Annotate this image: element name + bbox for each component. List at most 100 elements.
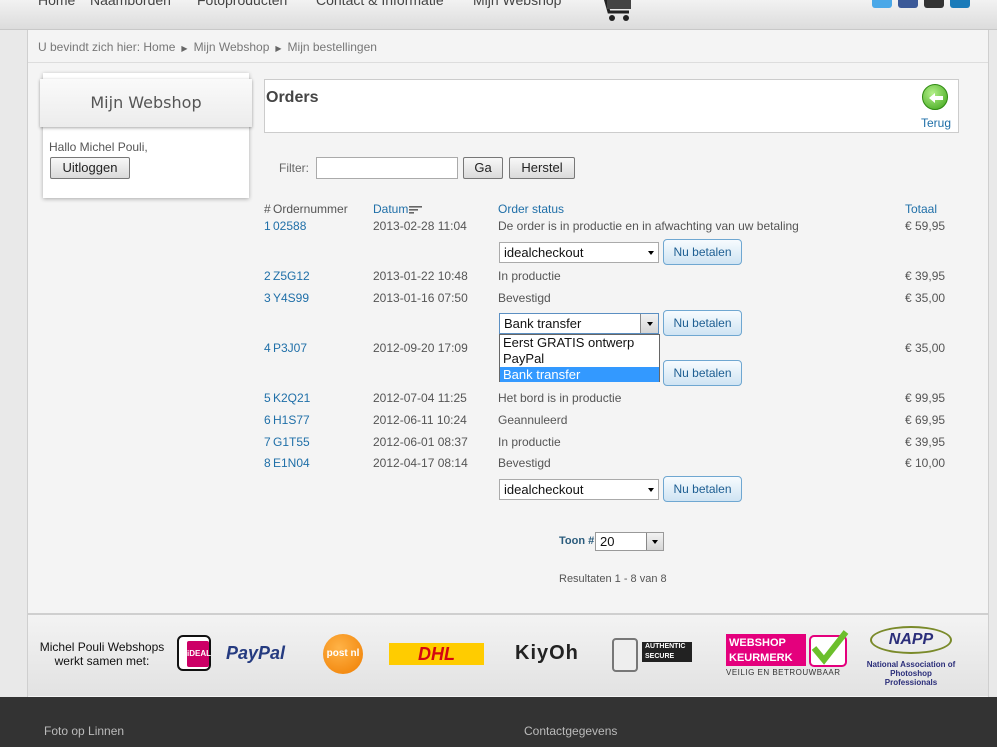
order-total: € 99,95 [905,391,946,405]
row-index: 6 [264,413,271,427]
order-total: € 39,95 [905,269,946,283]
page-size-label: Toon # [559,535,595,547]
dropdown-option-selected[interactable]: Bank transfer [500,367,659,382]
page-title: Orders [266,89,319,106]
greeting: Hallo Michel Pouli, [49,140,148,154]
payment-method-value: idealcheckout [504,245,584,260]
order-total: € 59,95 [905,219,946,233]
napp-logo[interactable]: NAPP [870,626,952,654]
nav-naamborden[interactable]: Naamborden [90,0,171,8]
order-number-link[interactable]: G1T55 [273,435,310,449]
nav-mijn-webshop[interactable]: Mijn Webshop [473,0,561,8]
order-date: 2013-01-16 07:50 [373,291,468,305]
ideal-logo-text: iDEAL [187,641,211,667]
order-status: In productie [498,435,561,449]
google-plus-icon[interactable] [924,0,944,8]
footer-foto-op-linnen: Foto op Linnen [44,724,125,738]
order-number-link[interactable]: P3J07 [273,341,307,355]
breadcrumb-mijn-webshop[interactable]: Mijn Webshop [194,40,270,54]
dhl-logo[interactable]: DHL [389,643,484,665]
order-date: 2012-07-04 11:25 [373,391,467,405]
order-total: € 10,00 [905,456,946,470]
header-order-status[interactable]: Order status [498,202,564,216]
pay-now-button[interactable]: Nu betalen [663,360,742,386]
order-date: 2013-01-22 10:48 [373,269,468,283]
kiyoh-logo[interactable]: KiyOh [515,642,579,665]
order-status: Bevestigd [498,456,551,470]
chevron-down-icon [652,540,658,544]
breadcrumb-arrow-icon: ▶ [181,44,188,53]
postnl-logo[interactable]: post nl [323,634,363,674]
chevron-down-icon [648,251,654,255]
order-date: 2012-06-11 10:24 [373,413,467,427]
header-hash: # [264,202,271,216]
ideal-logo[interactable]: iDEAL [177,635,211,671]
sidebar-title: Mijn Webshop [40,79,252,127]
chevron-down-icon [647,322,653,326]
logout-button[interactable]: Uitloggen [50,157,130,179]
order-status: Het bord is in productie [498,391,622,405]
dropdown-toggle[interactable] [646,533,663,550]
filter-go-button[interactable]: Ga [463,157,503,179]
page-size-select[interactable]: 20 [595,532,664,551]
nav-contact[interactable]: Contact & Informatie [316,0,444,8]
order-status: Bevestigd [498,291,551,305]
orders-header [264,79,959,133]
paypal-logo[interactable]: PayPal [226,643,285,664]
order-number-link[interactable]: H1S77 [273,413,310,427]
nav-home[interactable]: Home [38,0,75,8]
pay-now-button[interactable]: Nu betalen [663,476,742,502]
header-ordernummer: Ordernummer [273,202,348,216]
row-index: 7 [264,435,271,449]
pay-now-button[interactable]: Nu betalen [663,239,742,265]
row-index: 3 [264,291,271,305]
filter-reset-button[interactable]: Herstel [509,157,575,179]
footer-contactgegevens: Contactgegevens [524,724,618,738]
order-number-link[interactable]: E1N04 [273,456,310,470]
order-status: De order is in productie en in afwachtin… [498,219,799,233]
header-totaal[interactable]: Totaal [905,202,937,216]
order-number-link[interactable]: 02588 [273,219,306,233]
dropdown-option[interactable]: PayPal [503,351,544,366]
row-index: 8 [264,456,271,470]
cart-icon[interactable] [597,0,637,22]
payment-method-select[interactable]: idealcheckout [499,242,659,263]
order-total: € 69,95 [905,413,946,427]
order-number-link[interactable]: Z5G12 [273,269,310,283]
payment-method-select-open[interactable]: Bank transfer [499,313,659,334]
payment-method-select[interactable]: idealcheckout [499,479,659,500]
comodo-label: AUTHENTIC SECURE [642,642,692,662]
back-arrow-icon[interactable] [922,84,948,110]
order-total: € 35,00 [905,291,946,305]
pay-now-button[interactable]: Nu betalen [663,310,742,336]
twitter-icon[interactable] [872,0,892,8]
divider [28,62,988,63]
padlock-icon [612,638,638,672]
back-link[interactable]: Terug [921,116,951,130]
order-date: 2012-06-01 08:37 [373,435,468,449]
dropdown-toggle[interactable] [640,314,658,333]
payment-method-value: idealcheckout [504,482,584,497]
filter-input[interactable] [316,157,458,179]
comodo-secure-logo[interactable]: AUTHENTIC SECURE [612,630,692,676]
order-number-link[interactable]: Y4S99 [273,291,309,305]
checkmark-icon [809,630,849,667]
webshop-keurmerk-logo[interactable]: WEBSHOP KEURMERK [726,634,806,666]
order-date: 2012-04-17 08:14 [373,456,468,470]
breadcrumb: U bevindt zich hier: Home ▶ Mijn Webshop ▶ M… [38,40,377,54]
facebook-icon[interactable] [898,0,918,8]
order-status: In productie [498,269,561,283]
breadcrumb-home[interactable]: Home [143,40,175,54]
order-date: 2012-09-20 17:09 [373,341,468,355]
chevron-down-icon [648,488,654,492]
sort-desc-icon[interactable] [409,205,423,215]
header-datum[interactable]: Datum [373,202,408,216]
linkedin-icon[interactable] [950,0,970,8]
napp-subtitle: National Association of Photoshop Profes… [866,660,956,687]
payment-method-dropdown[interactable]: Eerst GRATIS ontwerp PayPal Bank transfe… [499,334,660,382]
order-status: Geannuleerd [498,413,568,427]
payment-method-value: Bank transfer [504,316,582,331]
order-number-link[interactable]: K2Q21 [273,391,310,405]
nav-fotoproducten[interactable]: Fotoproducten [197,0,287,8]
dropdown-option[interactable]: Eerst GRATIS ontwerp [503,335,634,350]
